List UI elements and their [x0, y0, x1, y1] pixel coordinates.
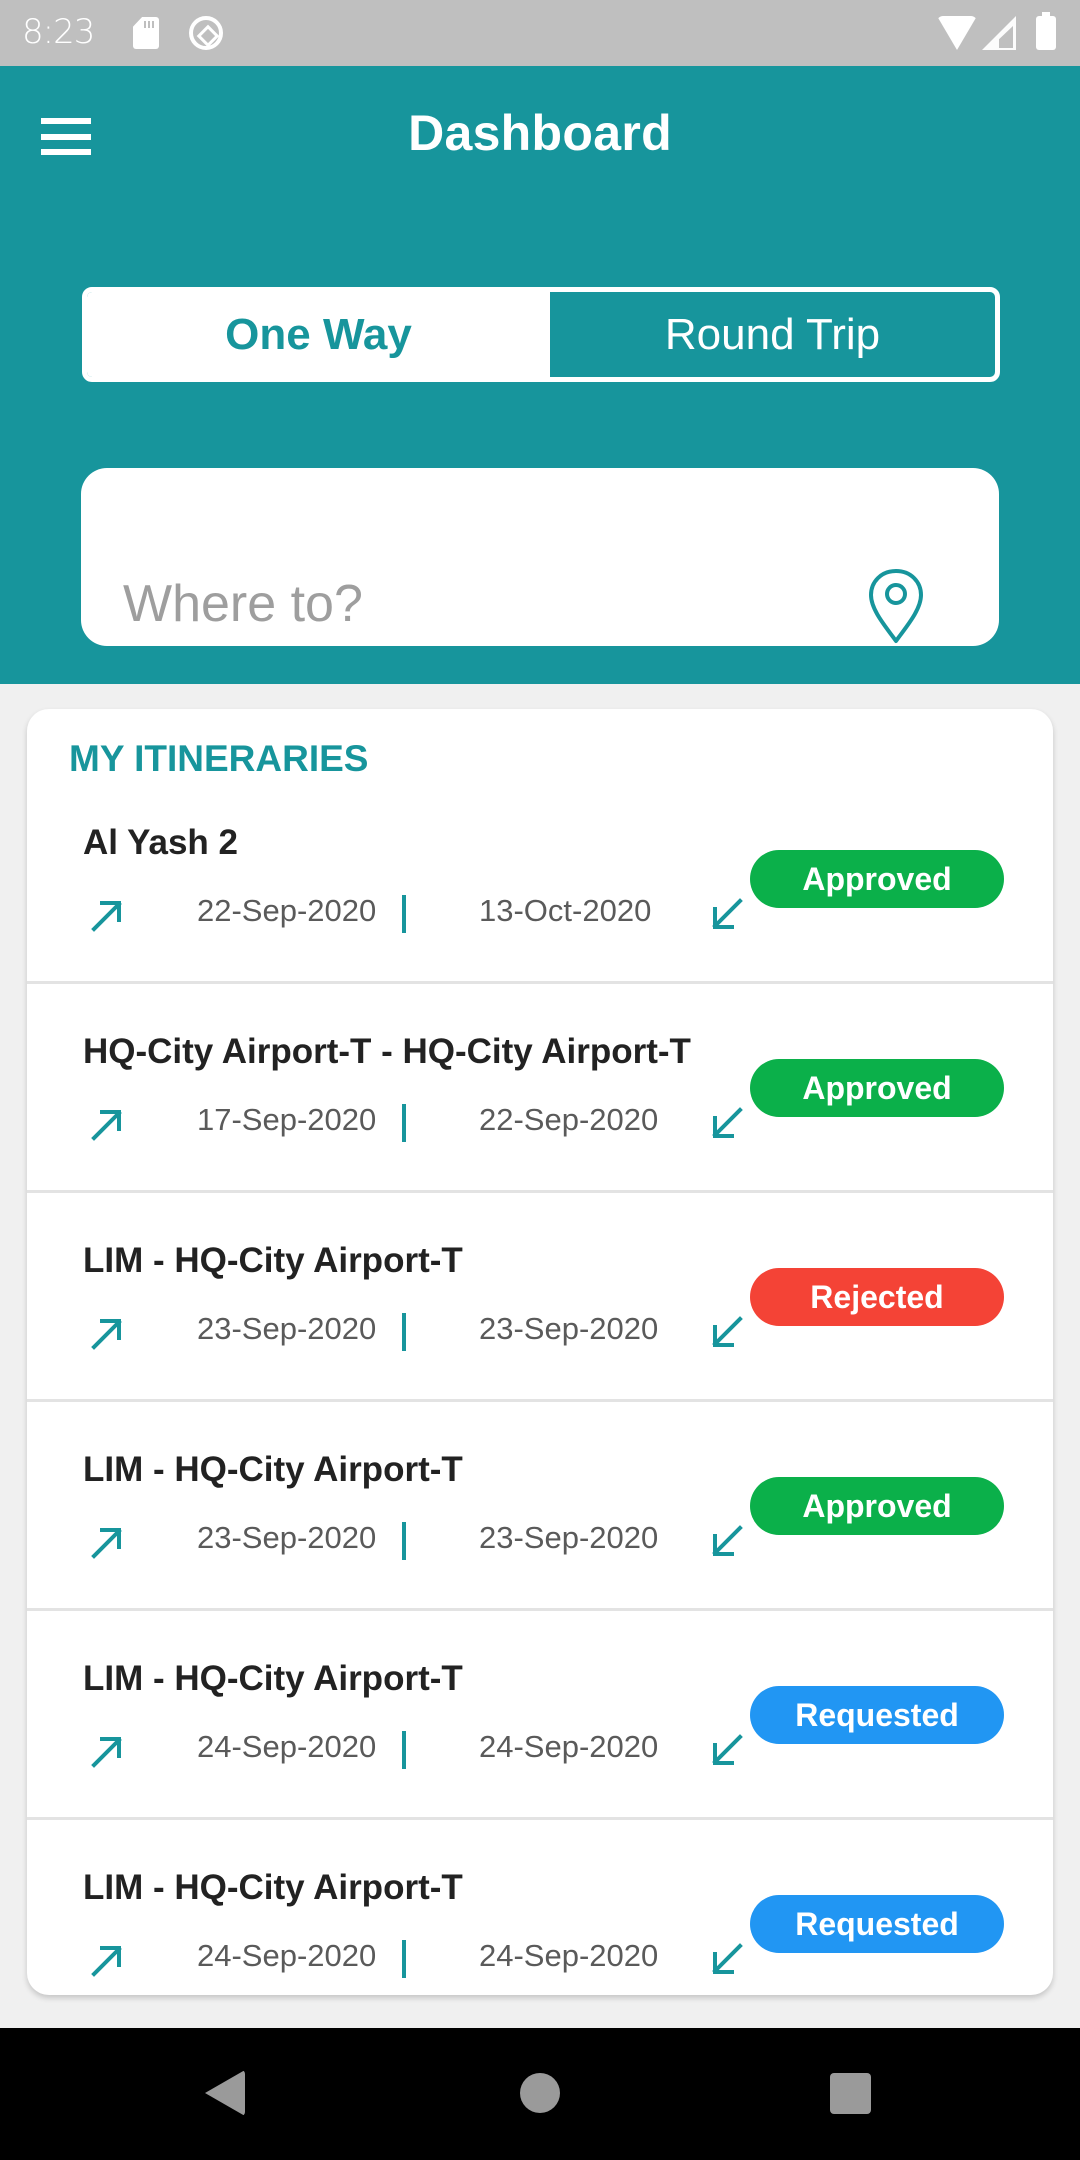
- departure-date: 24-Sep-2020: [197, 1729, 377, 1764]
- return-arrow-icon: [712, 1107, 743, 1138]
- status-badge: Approved: [750, 850, 1004, 908]
- destination-search-input[interactable]: [123, 564, 843, 644]
- destination-search-box: [81, 468, 999, 646]
- round-trip-tab[interactable]: Round Trip: [550, 292, 995, 377]
- itinerary-item[interactable]: LIM - HQ-City Airport-T 23-Sep-2020 23-S…: [27, 1193, 1053, 1402]
- itinerary-dates: 22-Sep-2020 13-Oct-2020: [83, 893, 763, 943]
- return-arrow-icon: [712, 1943, 743, 1974]
- return-arrow-icon: [712, 898, 743, 929]
- status-badge: Requested: [750, 1686, 1004, 1744]
- return-arrow-icon: [712, 1525, 743, 1556]
- status-bar: 8:23: [0, 0, 1080, 66]
- app-header: Dashboard One Way Round Trip: [0, 66, 1080, 684]
- itineraries-heading: MY ITINERARIES: [69, 738, 369, 779]
- departure-date: 23-Sep-2020: [197, 1311, 377, 1346]
- date-separator: [402, 1313, 406, 1351]
- itinerary-item[interactable]: Al Yash 2 22-Sep-2020 13-Oct-2020 Approv…: [27, 775, 1053, 984]
- sd-card-icon: [133, 17, 159, 49]
- system-nav-bar: [0, 2028, 1080, 2160]
- departure-arrow-icon: [91, 901, 122, 932]
- itinerary-name: LIM - HQ-City Airport-T: [83, 1868, 463, 1907]
- date-separator: [402, 1104, 406, 1142]
- return-date: 24-Sep-2020: [479, 1729, 659, 1764]
- departure-date: 24-Sep-2020: [197, 1938, 377, 1973]
- date-separator: [402, 1522, 406, 1560]
- itinerary-item[interactable]: HQ-City Airport-T - HQ-City Airport-T 17…: [27, 984, 1053, 1193]
- page-title: Dashboard: [408, 105, 672, 161]
- location-pin-icon[interactable]: [861, 565, 931, 645]
- itinerary-dates: 23-Sep-2020 23-Sep-2020: [83, 1311, 763, 1361]
- return-arrow-icon: [712, 1316, 743, 1347]
- itinerary-name: Al Yash 2: [83, 823, 239, 862]
- return-date: 22-Sep-2020: [479, 1102, 659, 1137]
- departure-arrow-icon: [91, 1737, 122, 1768]
- departure-arrow-icon: [91, 1946, 122, 1977]
- itinerary-name: LIM - HQ-City Airport-T: [83, 1450, 463, 1489]
- itinerary-name: LIM - HQ-City Airport-T: [83, 1241, 463, 1280]
- itinerary-name: LIM - HQ-City Airport-T: [83, 1659, 463, 1698]
- one-way-tab[interactable]: One Way: [87, 292, 550, 377]
- itinerary-item[interactable]: LIM - HQ-City Airport-T 24-Sep-2020 24-S…: [27, 1820, 1053, 1995]
- date-separator: [402, 895, 406, 933]
- departure-arrow-icon: [91, 1528, 122, 1559]
- departure-date: 22-Sep-2020: [197, 893, 377, 928]
- itinerary-item[interactable]: LIM - HQ-City Airport-T 23-Sep-2020 23-S…: [27, 1402, 1053, 1611]
- departure-arrow-icon: [91, 1110, 122, 1141]
- trip-type-toggle: One Way Round Trip: [82, 287, 1000, 382]
- signal-icon: [982, 16, 1016, 50]
- sync-icon: [189, 16, 223, 50]
- itinerary-dates: 24-Sep-2020 24-Sep-2020: [83, 1938, 763, 1988]
- itineraries-card: MY ITINERARIES Al Yash 2 22-Sep-2020 13-…: [27, 709, 1053, 1995]
- recents-icon[interactable]: [830, 2073, 871, 2114]
- wifi-icon: [937, 16, 977, 50]
- itinerary-item[interactable]: LIM - HQ-City Airport-T 24-Sep-2020 24-S…: [27, 1611, 1053, 1820]
- return-date: 24-Sep-2020: [479, 1938, 659, 1973]
- status-badge: Approved: [750, 1059, 1004, 1117]
- status-badge: Approved: [750, 1477, 1004, 1535]
- itinerary-dates: 17-Sep-2020 22-Sep-2020: [83, 1102, 763, 1152]
- battery-icon: [1036, 12, 1056, 50]
- back-icon[interactable]: [205, 2070, 245, 2116]
- departure-date: 17-Sep-2020: [197, 1102, 377, 1137]
- home-icon[interactable]: [520, 2073, 560, 2113]
- date-separator: [402, 1940, 406, 1978]
- return-date: 23-Sep-2020: [479, 1311, 659, 1346]
- itinerary-dates: 24-Sep-2020 24-Sep-2020: [83, 1729, 763, 1779]
- status-badge: Rejected: [750, 1268, 1004, 1326]
- return-date: 23-Sep-2020: [479, 1520, 659, 1555]
- return-arrow-icon: [712, 1734, 743, 1765]
- return-date: 13-Oct-2020: [479, 893, 652, 928]
- status-badge: Requested: [750, 1895, 1004, 1953]
- departure-arrow-icon: [91, 1319, 122, 1350]
- departure-date: 23-Sep-2020: [197, 1520, 377, 1555]
- date-separator: [402, 1731, 406, 1769]
- status-time: 8:23: [22, 12, 95, 52]
- itinerary-dates: 23-Sep-2020 23-Sep-2020: [83, 1520, 763, 1570]
- itinerary-name: HQ-City Airport-T - HQ-City Airport-T: [83, 1032, 691, 1071]
- itinerary-list: Al Yash 2 22-Sep-2020 13-Oct-2020 Approv…: [27, 775, 1053, 1995]
